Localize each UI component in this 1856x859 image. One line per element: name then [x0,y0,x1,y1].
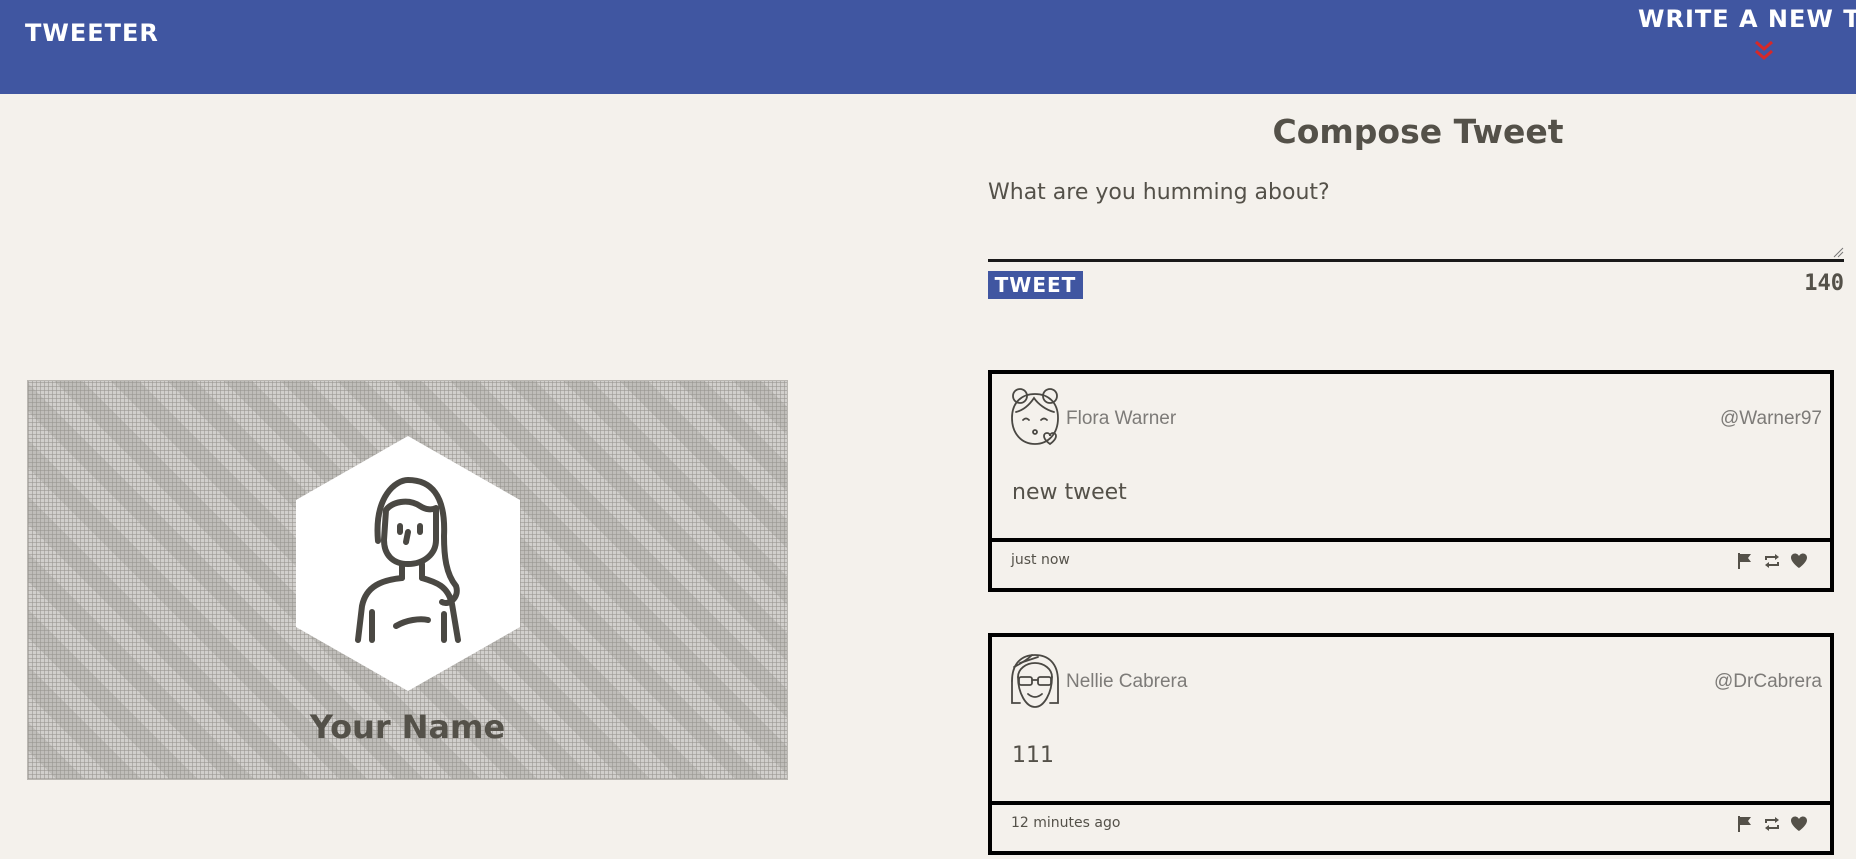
flag-icon[interactable] [1736,815,1754,833]
top-nav-bar: Tweeter Write a new tweet [0,0,1856,94]
tweet-footer: just now [992,538,1830,588]
tweet-timestamp: 12 minutes ago [1011,815,1121,831]
girl-sunglasses-avatar-icon [1011,654,1059,708]
tweet-card: Flora Warner @Warner97 new tweet just no… [988,370,1834,592]
resize-grip-icon[interactable] [1832,246,1844,258]
profile-avatar [296,436,520,691]
tweet-footer: 12 minutes ago [992,801,1830,851]
tweet-author-handle: @Warner97 [1719,408,1822,429]
double-chevron-down-icon[interactable] [1753,40,1775,62]
tweet-timestamp: just now [1011,552,1070,568]
tweet-author-handle: @DrCabrera [1714,671,1822,692]
heart-icon[interactable] [1790,552,1808,570]
tweet-submit-button[interactable]: Tweet [988,271,1083,299]
character-counter: 140 [1804,271,1844,296]
retweet-icon[interactable] [1763,815,1781,833]
girl-kiss-avatar-icon [1011,388,1059,446]
flag-icon[interactable] [1736,552,1754,570]
tweet-actions [1736,815,1808,833]
tweet-author-name: Nellie Cabrera [1066,671,1188,692]
tweet-body-text: new tweet [1012,480,1127,505]
tweet-author-name: Flora Warner [1066,408,1177,429]
tweet-text-input[interactable] [988,180,1844,262]
compose-title: Compose Tweet [1272,112,1564,151]
heart-icon[interactable] [1790,815,1808,833]
profile-name: Your Name [309,708,506,746]
tweet-actions [1736,552,1808,570]
retweet-icon[interactable] [1763,552,1781,570]
tweet-card: Nellie Cabrera @DrCabrera 111 12 minutes… [988,633,1834,855]
write-new-tweet-link[interactable]: Write a new tweet [1638,5,1856,33]
brand-logo[interactable]: Tweeter [25,19,159,47]
tweet-body-text: 111 [1012,743,1054,768]
